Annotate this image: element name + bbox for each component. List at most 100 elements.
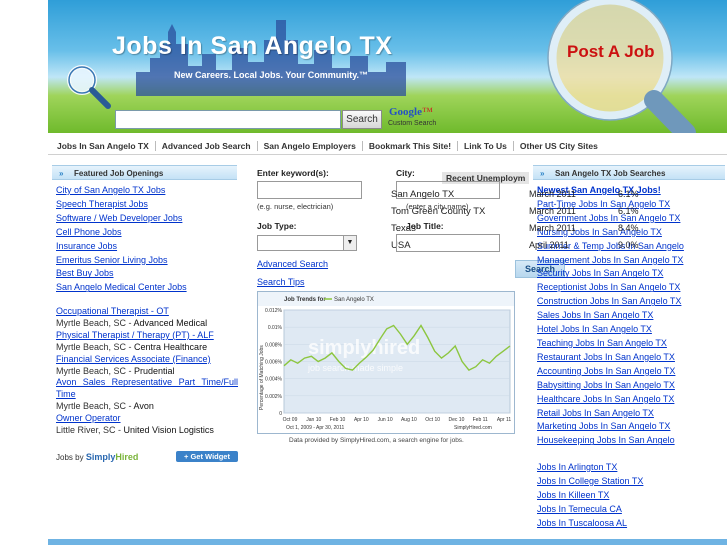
job-search-link[interactable]: Sales Jobs In San Angelo TX	[537, 309, 727, 323]
x-tick-label: Dec 10	[449, 417, 465, 423]
featured-link[interactable]: Speech Therapist Jobs	[56, 198, 238, 212]
job-search-link[interactable]: Housekeeping Jobs In San Angelo	[537, 434, 727, 448]
job-searches-heading: » San Angelo TX Job Searches	[533, 165, 725, 180]
y-tick-label: 0.008%	[265, 342, 283, 348]
job-title-link[interactable]: Avon Sales Representative Part Time/Full…	[56, 377, 238, 401]
featured-link[interactable]: Best Buy Jobs	[56, 267, 238, 281]
job-location: Myrtle Beach, SC	[56, 401, 127, 412]
job-title-link[interactable]: Physical Therapist / Therapy (PT) - ALF	[56, 330, 238, 342]
featured-link[interactable]: Cell Phone Jobs	[56, 226, 238, 240]
other-city-links: Jobs In Arlington TX Jobs In College Sta…	[537, 461, 727, 531]
post-a-job-link[interactable]: Post A Job	[567, 42, 655, 62]
x-tick-label: Jun 10	[378, 417, 393, 423]
x-tick-label: Feb 11	[473, 417, 488, 423]
y-tick-label: 0.002%	[265, 394, 283, 400]
get-widget-button[interactable]: + Get Widget	[176, 451, 238, 462]
chart-title: Job Trends for	[284, 297, 326, 303]
double-chevron-icon: »	[59, 169, 64, 178]
job-listing: Financial Services Associate (Finance) M…	[56, 354, 238, 378]
job-search-link[interactable]: Babysitting Jobs In San Angelo TX	[537, 379, 727, 393]
job-search-link[interactable]: Restaurant Jobs In San Angelo TX	[537, 351, 727, 365]
featured-link[interactable]: Insurance Jobs	[56, 240, 238, 254]
job-search-link[interactable]: Retail Jobs In San Angelo TX	[537, 407, 727, 421]
x-tick-label: Aug 10	[401, 417, 417, 423]
nav-jobs-in-san-angelo[interactable]: Jobs In San Angelo TX	[48, 140, 156, 151]
unemployment-rate: 8.4%	[618, 223, 639, 233]
city-link[interactable]: Jobs In Killeen TX	[537, 489, 727, 503]
unemployment-rate: 9.0%	[618, 240, 639, 250]
job-location: Myrtle Beach, SC	[56, 317, 127, 328]
city-link[interactable]: Jobs In College Station TX	[537, 475, 727, 489]
job-company: Centra Healthcare	[134, 341, 208, 352]
featured-link[interactable]: Software / Web Developer Jobs	[56, 212, 238, 226]
chart-date-range: Oct 1, 2009 - Apr 30, 2011	[286, 425, 344, 431]
featured-link[interactable]: City of San Angelo TX Jobs	[56, 184, 238, 198]
job-trends-svg: Job Trends for San Angelo TX simplyhired…	[258, 292, 514, 433]
site-search-input[interactable]	[115, 110, 341, 129]
job-location: Myrtle Beach, SC	[56, 365, 127, 376]
post-job-magnifier-icon	[547, 0, 696, 133]
featured-links-list: City of San Angelo TX Jobs Speech Therap…	[56, 184, 238, 295]
job-listing: Avon Sales Representative Part Time/Full…	[56, 377, 238, 413]
y-tick-label: 0.012%	[265, 308, 283, 314]
city-link[interactable]: Jobs In Tuscaloosa AL	[537, 517, 727, 531]
job-search-link[interactable]: Management Jobs In San Angelo TX	[537, 254, 727, 268]
x-tick-label: Apr 10	[354, 417, 369, 423]
featured-link[interactable]: San Angelo Medical Center Jobs	[56, 281, 238, 295]
city-link[interactable]: Jobs In Temecula CA	[537, 503, 727, 517]
city-link[interactable]: Jobs In Arlington TX	[537, 461, 727, 475]
job-listing: Owner Operator Little River, SC - United…	[56, 413, 238, 437]
unemployment-date: March 2011	[529, 206, 576, 216]
chart-brand: SimplyHired.com	[454, 425, 492, 431]
unemployment-date: April 2011	[529, 240, 569, 250]
y-tick-label: 0.004%	[265, 377, 283, 383]
job-search-link[interactable]: Security Jobs In San Angelo TX	[537, 267, 727, 281]
nav-bookmark[interactable]: Bookmark This Site!	[363, 140, 459, 151]
job-location-line: Myrtle Beach, SC - Advanced Medical	[56, 317, 208, 328]
job-search-link[interactable]: Accounting Jobs In San Angelo TX	[537, 365, 727, 379]
job-location-line: Myrtle Beach, SC - Centra Healthcare	[56, 341, 208, 352]
site-header: Jobs In San Angelo TX New Careers. Local…	[48, 0, 727, 133]
job-listing: Physical Therapist / Therapy (PT) - ALF …	[56, 330, 238, 354]
job-search-link[interactable]: Construction Jobs In San Angelo TX	[537, 295, 727, 309]
jobs-by-simplyhired[interactable]: Jobs by SimplyHired	[56, 452, 138, 462]
magnifier-icon	[67, 65, 111, 109]
job-title-link[interactable]: Owner Operator	[56, 413, 238, 425]
nav-link-to-us[interactable]: Link To Us	[458, 140, 514, 151]
jobs-by-label: Jobs by	[56, 453, 84, 462]
nav-advanced-job-search[interactable]: Advanced Job Search	[156, 140, 258, 151]
site-tagline: New Careers. Local Jobs. Your Community.…	[174, 70, 369, 80]
job-company: Avon	[133, 401, 154, 412]
job-listings: Occupational Therapist - OT Myrtle Beach…	[56, 306, 238, 437]
search-tips-link[interactable]: Search Tips	[257, 277, 305, 287]
double-chevron-icon: »	[540, 169, 545, 178]
google-logo-text: Google	[389, 106, 422, 118]
job-title-input[interactable]	[396, 234, 500, 252]
job-listing: Occupational Therapist - OT Myrtle Beach…	[56, 306, 238, 330]
featured-link[interactable]: Emeritus Senior Living Jobs	[56, 254, 238, 268]
job-title-link[interactable]: Occupational Therapist - OT	[56, 306, 238, 318]
job-type-select[interactable]: ▼	[257, 235, 357, 251]
unemployment-date: March 2011	[529, 189, 576, 199]
job-search-link[interactable]: Receptionist Jobs In San Angelo TX	[537, 281, 727, 295]
job-search-link[interactable]: Hotel Jobs In San Angelo TX	[537, 323, 727, 337]
x-tick-label: Oct 10	[425, 417, 440, 423]
unemployment-location: San Angelo TX	[391, 189, 455, 200]
job-type-label: Job Type:	[257, 221, 297, 231]
nav-other-city-sites[interactable]: Other US City Sites	[514, 141, 604, 151]
x-tick-label: Apr 11	[497, 417, 512, 423]
job-search-link[interactable]: Healthcare Jobs In San Angelo TX	[537, 393, 727, 407]
legend-label: San Angelo TX	[334, 297, 374, 303]
keyword-input[interactable]	[257, 181, 362, 199]
site-search-button[interactable]: Search	[342, 110, 382, 129]
advanced-search-link[interactable]: Advanced Search	[257, 259, 328, 269]
unemployment-rate: 6.1%	[618, 206, 639, 216]
job-title-link[interactable]: Financial Services Associate (Finance)	[56, 354, 238, 366]
nav-san-angelo-employers[interactable]: San Angelo Employers	[258, 140, 363, 151]
job-searches-heading-text: San Angelo TX Job Searches	[555, 169, 666, 178]
job-trends-chart: Job Trends for San Angelo TX simplyhired…	[257, 291, 515, 434]
job-search-link[interactable]: Teaching Jobs In San Angelo TX	[537, 337, 727, 351]
top-nav: Jobs In San Angelo TX Advanced Job Searc…	[48, 137, 727, 155]
site-title[interactable]: Jobs In San Angelo TX	[112, 32, 392, 61]
job-search-link[interactable]: Marketing Jobs In San Angelo TX	[537, 420, 727, 434]
